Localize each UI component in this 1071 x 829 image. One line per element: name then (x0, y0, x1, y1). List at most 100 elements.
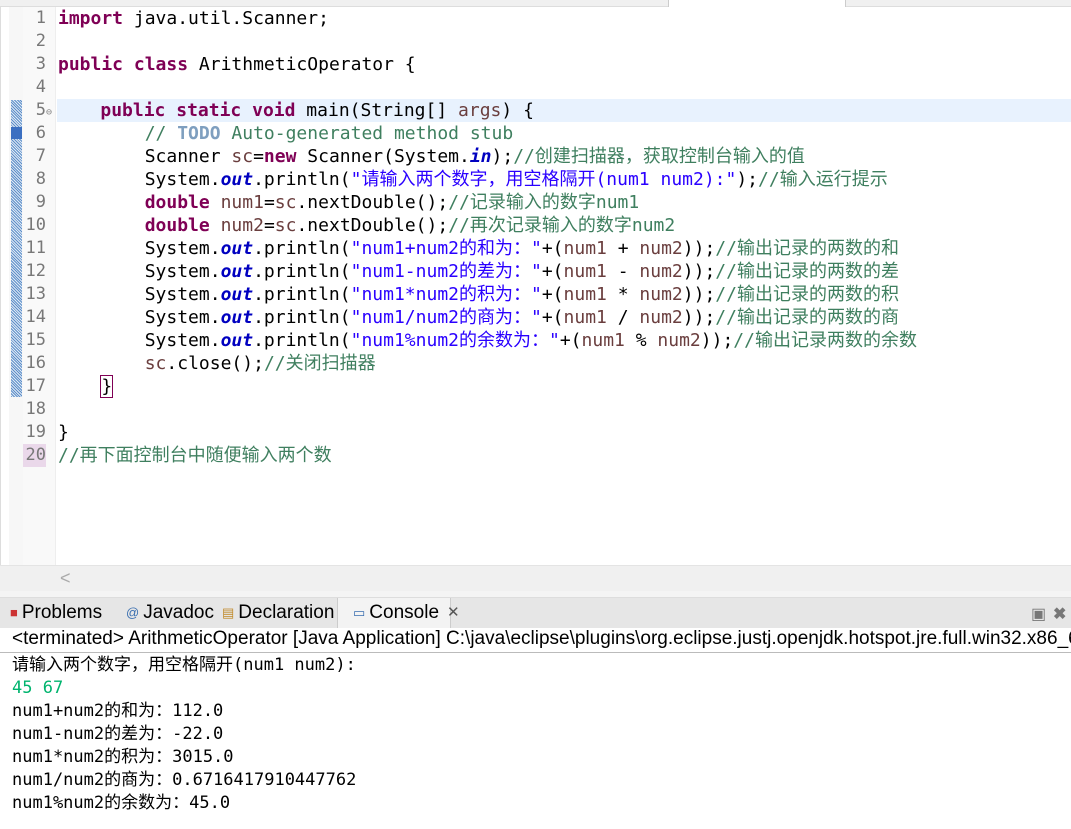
code-token: static (176, 100, 242, 121)
code-token: double (144, 215, 210, 236)
code-editor[interactable]: 1 2 3 4 5 6 7 8 9 10 11 12 13 14 15 16 17 18 19 20 ⊖ import… (0, 7, 1071, 565)
code-token: //记录输入的数字num1 (448, 192, 640, 213)
fold-collapse-icon[interactable]: ⊖ (46, 107, 52, 118)
code-token: main(String[] (295, 100, 459, 121)
code-line[interactable]: System.out.println("num1/num2的商为："+(num1… (58, 306, 1071, 329)
line-number: 20 (23, 444, 46, 467)
code-token: "num1/num2的商为：" (350, 307, 542, 328)
tab-declaration[interactable]: ▤ Declaration (222, 598, 334, 628)
code-token: public (100, 100, 166, 121)
code-line[interactable]: public class ArithmeticOperator { (58, 53, 1071, 76)
code-token: / (606, 307, 640, 328)
code-token: +( (541, 284, 564, 305)
code-token: System. (58, 330, 221, 351)
task-icon[interactable] (11, 127, 22, 139)
code-token: double (144, 192, 210, 213)
console-input-line: 45 67 (12, 678, 64, 698)
code-line[interactable]: } (58, 421, 1071, 444)
code-line[interactable]: Scanner sc=new Scanner(System.in);//创建扫描… (58, 145, 1071, 168)
code-line[interactable] (58, 30, 1071, 53)
line-number: 10 (25, 215, 46, 235)
remove-launch-icon[interactable]: ✖ (1053, 604, 1066, 624)
code-token: +( (541, 261, 564, 282)
tab-label: Javadoc (143, 602, 214, 623)
code-line[interactable] (58, 398, 1071, 421)
console-icon: ▭ (353, 605, 366, 620)
views-tab-bar: ■ Problems @ Javadoc ▤ Declaration ▭ Console… (0, 598, 1071, 628)
code-line[interactable] (58, 76, 1071, 99)
code-token: .println( (253, 169, 351, 190)
console-output[interactable]: 请输入两个数字，用空格隔开(num1 num2): 45 67 num1+num2的… (12, 654, 1071, 815)
code-token: .println( (253, 284, 351, 305)
code-token: * (606, 284, 640, 305)
line-number: 6 (35, 123, 46, 143)
horizontal-scrollbar[interactable]: < (0, 565, 1071, 591)
line-number: 3 (35, 54, 46, 74)
code-token: sc (274, 215, 297, 236)
code-line[interactable]: System.out.println("num1-num2的差为："+(num1… (58, 260, 1071, 283)
code-token: "num1+num2的和为：" (350, 238, 542, 259)
close-icon[interactable]: ✕ (447, 598, 460, 628)
code-token: args (458, 100, 502, 121)
code-token: +( (541, 307, 564, 328)
code-token: ); (491, 146, 514, 167)
code-token: } (58, 422, 69, 443)
code-token: .close(); (166, 353, 264, 374)
line-number: 12 (25, 261, 46, 281)
code-line[interactable]: } (58, 375, 1071, 398)
tab-console[interactable]: ▭ Console ✕ (337, 598, 460, 628)
code-line[interactable]: System.out.println("num1%num2的余数为："+(num… (58, 329, 1071, 352)
line-numbers: 1 2 3 4 5 6 7 8 9 10 11 12 13 14 15 16 17 18 19 20 (23, 7, 56, 565)
code-line[interactable]: System.out.println("num1*num2的积为："+(num1… (58, 283, 1071, 306)
line-number: 1 (35, 8, 46, 28)
tab-javadoc[interactable]: @ Javadoc (126, 598, 214, 628)
code-line[interactable]: System.out.println("num1+num2的和为："+(num1… (58, 237, 1071, 260)
code-token: //输入运行提示 (758, 169, 888, 190)
code-token: sc (144, 353, 167, 374)
code-line[interactable]: double num1=sc.nextDouble();//记录输入的数字num… (58, 191, 1071, 214)
code-token: sc (274, 192, 297, 213)
sash[interactable] (0, 591, 1071, 598)
code-token: out (220, 169, 254, 190)
console-output-line: 请输入两个数字，用空格隔开(num1 num2): (12, 655, 356, 675)
code-line[interactable]: System.out.println("请输入两个数字，用空格隔开(num1 n… (58, 168, 1071, 191)
minimize-icon[interactable]: ▣ (1031, 604, 1046, 624)
scroll-left-icon[interactable]: < (60, 568, 71, 589)
code-line[interactable]: public static void main(String[] args) { (57, 99, 1071, 122)
line-number: 2 (35, 31, 46, 51)
code-token: .println( (253, 261, 351, 282)
line-number: 16 (25, 353, 46, 373)
code-line[interactable]: // TODO Auto-generated method stub (58, 122, 1071, 145)
code-token: //关闭扫描器 (263, 353, 376, 374)
editor-tab[interactable] (668, 0, 846, 7)
code-token: out (220, 307, 254, 328)
line-number: 4 (35, 77, 46, 97)
code-token: +( (559, 330, 582, 351)
code-token: class (133, 54, 189, 75)
editor-tab-strip (0, 0, 1071, 7)
console-output-line: num1/num2的商为：0.6716417910447762 (12, 770, 357, 790)
code-token: void (252, 100, 296, 121)
code-token: //创建扫描器，获取控制台输入的值 (513, 146, 805, 167)
line-number: 18 (25, 399, 46, 419)
code-token: TODO (177, 123, 221, 144)
line-number: 13 (25, 284, 46, 304)
code-token: % (624, 330, 658, 351)
code-line[interactable]: import java.util.Scanner; (58, 7, 1071, 30)
change-marker (11, 100, 22, 397)
code-token: System. (58, 261, 221, 282)
code-line[interactable]: //再下面控制台中随便输入两个数 (58, 444, 1071, 467)
code-token: // (144, 123, 178, 144)
code-token: java.util.Scanner; (123, 8, 329, 29)
code-token: System. (58, 284, 221, 305)
tab-problems[interactable]: ■ Problems (10, 598, 102, 628)
code-line[interactable]: double num2=sc.nextDouble();//再次记录输入的数字n… (58, 214, 1071, 237)
code-token: Scanner(System. (296, 146, 470, 167)
code-line[interactable]: sc.close();//关闭扫描器 (58, 352, 1071, 375)
code-token: )); (682, 238, 716, 259)
